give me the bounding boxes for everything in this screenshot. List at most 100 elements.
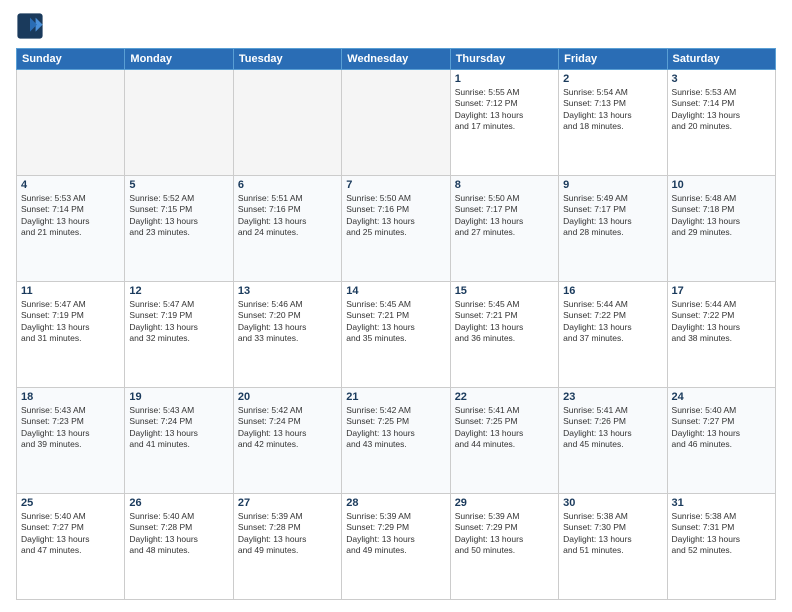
weekday-header-row: SundayMondayTuesdayWednesdayThursdayFrid…	[17, 49, 776, 70]
day-number: 1	[455, 73, 554, 85]
calendar-cell: 1 Sunrise: 5:55 AM Sunset: 7:12 PM Daylig…	[450, 70, 558, 176]
day-number: 7	[346, 179, 445, 191]
calendar-week-4: 18 Sunrise: 5:43 AM Sunset: 7:23 PM Dayli…	[17, 388, 776, 494]
day-info: Sunrise: 5:43 AM Sunset: 7:24 PM Dayligh…	[129, 405, 228, 451]
calendar-cell: 3 Sunrise: 5:53 AM Sunset: 7:14 PM Daylig…	[667, 70, 775, 176]
day-number: 29	[455, 497, 554, 509]
day-number: 11	[21, 285, 120, 297]
day-info: Sunrise: 5:39 AM Sunset: 7:29 PM Dayligh…	[455, 511, 554, 557]
calendar-cell: 22 Sunrise: 5:41 AM Sunset: 7:25 PM Dayli…	[450, 388, 558, 494]
day-info: Sunrise: 5:42 AM Sunset: 7:24 PM Dayligh…	[238, 405, 337, 451]
day-number: 25	[21, 497, 120, 509]
day-number: 5	[129, 179, 228, 191]
calendar-week-5: 25Sunrise: 5:40 AM Sunset: 7:27 PM Dayli…	[17, 494, 776, 600]
weekday-header-wednesday: Wednesday	[342, 49, 450, 70]
calendar-cell: 21 Sunrise: 5:42 AM Sunset: 7:25 PM Dayli…	[342, 388, 450, 494]
weekday-header-tuesday: Tuesday	[233, 49, 341, 70]
calendar-cell: 24 Sunrise: 5:40 AM Sunset: 7:27 PM Dayli…	[667, 388, 775, 494]
day-info: Sunrise: 5:40 AM Sunset: 7:28 PM Dayligh…	[129, 511, 228, 557]
weekday-header-saturday: Saturday	[667, 49, 775, 70]
day-number: 28	[346, 497, 445, 509]
day-info: Sunrise: 5:45 AM Sunset: 7:21 PM Dayligh…	[455, 299, 554, 345]
day-number: 19	[129, 391, 228, 403]
day-number: 10	[672, 179, 771, 191]
day-info: Sunrise: 5:44 AM Sunset: 7:22 PM Dayligh…	[672, 299, 771, 345]
calendar-cell: 12 Sunrise: 5:47 AM Sunset: 7:19 PM Dayli…	[125, 282, 233, 388]
day-info: Sunrise: 5:53 AM Sunset: 7:14 PM Dayligh…	[21, 193, 120, 239]
day-number: 3	[672, 73, 771, 85]
calendar-cell: 11 Sunrise: 5:47 AM Sunset: 7:19 PM Dayli…	[17, 282, 125, 388]
day-info: Sunrise: 5:48 AM Sunset: 7:18 PM Dayligh…	[672, 193, 771, 239]
calendar-cell: 17 Sunrise: 5:44 AM Sunset: 7:22 PM Dayli…	[667, 282, 775, 388]
day-info: Sunrise: 5:43 AM Sunset: 7:23 PM Dayligh…	[21, 405, 120, 451]
day-info: Sunrise: 5:38 AM Sunset: 7:31 PM Dayligh…	[672, 511, 771, 557]
calendar-cell: 9 Sunrise: 5:49 AM Sunset: 7:17 PM Daylig…	[559, 176, 667, 282]
calendar-week-1: 1 Sunrise: 5:55 AM Sunset: 7:12 PM Daylig…	[17, 70, 776, 176]
calendar-cell: 26 Sunrise: 5:40 AM Sunset: 7:28 PM Dayli…	[125, 494, 233, 600]
calendar-cell: 16 Sunrise: 5:44 AM Sunset: 7:22 PM Dayli…	[559, 282, 667, 388]
day-info: Sunrise: 5:52 AM Sunset: 7:15 PM Dayligh…	[129, 193, 228, 239]
day-info: Sunrise: 5:45 AM Sunset: 7:21 PM Dayligh…	[346, 299, 445, 345]
calendar-cell: 2 Sunrise: 5:54 AM Sunset: 7:13 PM Daylig…	[559, 70, 667, 176]
logo-icon	[16, 12, 44, 40]
calendar-table: SundayMondayTuesdayWednesdayThursdayFrid…	[16, 48, 776, 600]
day-number: 21	[346, 391, 445, 403]
calendar-cell	[233, 70, 341, 176]
day-info: Sunrise: 5:50 AM Sunset: 7:16 PM Dayligh…	[346, 193, 445, 239]
day-number: 31	[672, 497, 771, 509]
day-number: 26	[129, 497, 228, 509]
header	[16, 12, 776, 40]
day-info: Sunrise: 5:54 AM Sunset: 7:13 PM Dayligh…	[563, 87, 662, 133]
day-info: Sunrise: 5:44 AM Sunset: 7:22 PM Dayligh…	[563, 299, 662, 345]
day-number: 20	[238, 391, 337, 403]
day-info: Sunrise: 5:55 AM Sunset: 7:12 PM Dayligh…	[455, 87, 554, 133]
day-number: 17	[672, 285, 771, 297]
calendar-week-3: 11 Sunrise: 5:47 AM Sunset: 7:19 PM Dayli…	[17, 282, 776, 388]
page: SundayMondayTuesdayWednesdayThursdayFrid…	[0, 0, 792, 612]
day-info: Sunrise: 5:42 AM Sunset: 7:25 PM Dayligh…	[346, 405, 445, 451]
day-number: 9	[563, 179, 662, 191]
day-info: Sunrise: 5:40 AM Sunset: 7:27 PM Dayligh…	[672, 405, 771, 451]
calendar-cell	[342, 70, 450, 176]
weekday-header-sunday: Sunday	[17, 49, 125, 70]
day-number: 23	[563, 391, 662, 403]
day-info: Sunrise: 5:51 AM Sunset: 7:16 PM Dayligh…	[238, 193, 337, 239]
calendar-cell: 29 Sunrise: 5:39 AM Sunset: 7:29 PM Dayli…	[450, 494, 558, 600]
day-number: 2	[563, 73, 662, 85]
calendar-cell: 19 Sunrise: 5:43 AM Sunset: 7:24 PM Dayli…	[125, 388, 233, 494]
day-number: 13	[238, 285, 337, 297]
calendar-cell: 27Sunrise: 5:39 AM Sunset: 7:28 PM Dayli…	[233, 494, 341, 600]
calendar-cell: 14Sunrise: 5:45 AM Sunset: 7:21 PM Dayli…	[342, 282, 450, 388]
calendar-cell: 18 Sunrise: 5:43 AM Sunset: 7:23 PM Dayli…	[17, 388, 125, 494]
logo	[16, 12, 48, 40]
day-number: 24	[672, 391, 771, 403]
calendar-cell: 6Sunrise: 5:51 AM Sunset: 7:16 PM Daylig…	[233, 176, 341, 282]
day-number: 12	[129, 285, 228, 297]
day-number: 18	[21, 391, 120, 403]
day-info: Sunrise: 5:50 AM Sunset: 7:17 PM Dayligh…	[455, 193, 554, 239]
calendar-week-2: 4Sunrise: 5:53 AM Sunset: 7:14 PM Daylig…	[17, 176, 776, 282]
calendar-cell: 28Sunrise: 5:39 AM Sunset: 7:29 PM Dayli…	[342, 494, 450, 600]
calendar-cell	[17, 70, 125, 176]
weekday-header-friday: Friday	[559, 49, 667, 70]
calendar-cell: 15 Sunrise: 5:45 AM Sunset: 7:21 PM Dayli…	[450, 282, 558, 388]
weekday-header-thursday: Thursday	[450, 49, 558, 70]
day-info: Sunrise: 5:41 AM Sunset: 7:25 PM Dayligh…	[455, 405, 554, 451]
day-info: Sunrise: 5:47 AM Sunset: 7:19 PM Dayligh…	[129, 299, 228, 345]
calendar-cell: 13Sunrise: 5:46 AM Sunset: 7:20 PM Dayli…	[233, 282, 341, 388]
day-info: Sunrise: 5:39 AM Sunset: 7:28 PM Dayligh…	[238, 511, 337, 557]
calendar-cell: 5 Sunrise: 5:52 AM Sunset: 7:15 PM Daylig…	[125, 176, 233, 282]
calendar-cell: 20 Sunrise: 5:42 AM Sunset: 7:24 PM Dayli…	[233, 388, 341, 494]
weekday-header-monday: Monday	[125, 49, 233, 70]
day-number: 8	[455, 179, 554, 191]
day-number: 22	[455, 391, 554, 403]
calendar-cell: 23Sunrise: 5:41 AM Sunset: 7:26 PM Dayli…	[559, 388, 667, 494]
day-info: Sunrise: 5:38 AM Sunset: 7:30 PM Dayligh…	[563, 511, 662, 557]
day-number: 15	[455, 285, 554, 297]
calendar-cell	[125, 70, 233, 176]
calendar-cell: 31 Sunrise: 5:38 AM Sunset: 7:31 PM Dayli…	[667, 494, 775, 600]
day-info: Sunrise: 5:53 AM Sunset: 7:14 PM Dayligh…	[672, 87, 771, 133]
day-info: Sunrise: 5:47 AM Sunset: 7:19 PM Dayligh…	[21, 299, 120, 345]
day-number: 16	[563, 285, 662, 297]
day-info: Sunrise: 5:49 AM Sunset: 7:17 PM Dayligh…	[563, 193, 662, 239]
